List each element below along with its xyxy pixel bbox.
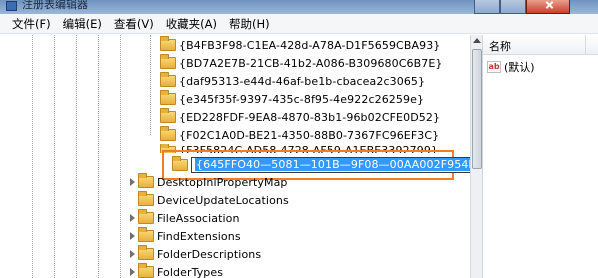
tree-guide-line (76, 35, 77, 278)
close-button[interactable] (526, 0, 570, 14)
scroll-up-arrow-icon[interactable] (473, 38, 481, 43)
value-name: (默认) (504, 61, 535, 74)
tree-item-guid-key[interactable]: {B4FB3F98-C1EA-428d-A78A-D1F5659CBA93} (160, 36, 440, 54)
menu-file[interactable]: 文件(F) (6, 14, 57, 34)
tree-item-guid-key[interactable]: {BD7A2E7B-21CB-41b2-A086-B309680C6B7E} (160, 54, 443, 72)
menu-favorites[interactable]: 收藏夹(A) (160, 14, 223, 34)
expand-arrow-icon[interactable] (130, 178, 135, 186)
tree-item-label: {daf95313-e44d-46af-be1b-cbacea2c3065} (179, 74, 426, 88)
folder-icon (160, 126, 176, 141)
tree-item-key[interactable]: DeviceUpdateLocations (138, 191, 289, 209)
scrollbar-thumb[interactable] (472, 49, 482, 169)
maximize-button[interactable] (500, 0, 526, 14)
expand-arrow-icon[interactable] (130, 232, 135, 240)
tree-item-guid-key[interactable]: {e345f35f-9397-435c-8f95-4e922c26259e} (160, 90, 424, 108)
tree-item-label: FolderDescriptions (157, 247, 262, 261)
folder-icon (138, 191, 154, 206)
tree-item-label: DeviceUpdateLocations (157, 193, 289, 207)
value-row[interactable]: ab (默认) (487, 59, 535, 75)
folder-icon (160, 54, 176, 69)
tree-item-label: FolderTypes (157, 265, 224, 278)
regedit-app-icon (6, 1, 17, 11)
tree-item-key[interactable]: FindExtensions (130, 227, 241, 245)
expand-arrow-icon[interactable] (130, 268, 135, 276)
folder-icon (138, 173, 154, 188)
rename-input-selected-text: {645FFO40—5081—101B—9F08—00AA002F954E} (195, 158, 470, 171)
tree-item-key[interactable]: FileAssociation (130, 209, 240, 227)
ab-string-icon: ab (487, 61, 501, 73)
tree-item-label: {e345f35f-9397-435c-8f95-4e922c26259e} (179, 92, 425, 106)
rename-input[interactable]: {645FFO40—5081—101B—9F08—00AA002F954E} (191, 157, 470, 173)
folder-icon (138, 245, 154, 260)
menu-view[interactable]: 查看(V) (108, 14, 160, 34)
expand-arrow-icon[interactable] (130, 214, 135, 222)
column-header-name[interactable]: 名称 (489, 38, 511, 54)
tree-item-label: {F02C1A0D-BE21-4350-88B0-7367FC96EF3C} (179, 128, 440, 142)
folder-icon (160, 90, 176, 105)
tree-guide-line (150, 35, 151, 135)
folder-icon (160, 36, 176, 51)
tree-guide-line (54, 35, 55, 278)
column-divider[interactable] (585, 35, 586, 55)
tree-item-label: DesktopIniPropertyMap (157, 175, 288, 189)
folder-icon (138, 263, 154, 278)
title-bar: 注册表编辑器 (0, 0, 598, 14)
menu-edit[interactable]: 编辑(E) (57, 14, 108, 34)
tree-guide-line (98, 35, 99, 278)
folder-icon (160, 72, 176, 87)
tree-item-label: {ED228FDF-9EA8-4870-83b1-96b02CFE0D52} (179, 110, 441, 124)
tree-item-label: {BD7A2E7B-21CB-41b2-A086-B309680C6B7E} (179, 56, 443, 70)
registry-tree-pane[interactable]: {B4FB3F98-C1EA-428d-A78A-D1F5659CBA93} {… (0, 35, 470, 278)
values-pane[interactable]: 名称 ab (默认) (482, 35, 598, 278)
window-title: 注册表编辑器 (22, 0, 88, 11)
folder-icon (160, 108, 176, 123)
tree-item-editing[interactable]: {645FFO40—5081—101B—9F08—00AA002F954E} (172, 156, 470, 174)
tree-item-key[interactable]: FolderTypes (130, 263, 224, 278)
tree-item-key[interactable]: FolderDescriptions (130, 245, 262, 263)
tree-item-label: FindExtensions (157, 229, 241, 243)
values-column-header[interactable]: 名称 (483, 35, 598, 55)
tree-item-guid-key[interactable]: {F02C1A0D-BE21-4350-88B0-7367FC96EF3C} (160, 126, 439, 144)
folder-icon (138, 209, 154, 224)
tree-guide-line (120, 35, 121, 278)
menu-help[interactable]: 帮助(H) (223, 14, 276, 34)
minimize-button[interactable] (474, 0, 500, 14)
tree-item-guid-key[interactable]: {daf95313-e44d-46af-be1b-cbacea2c3065} (160, 72, 425, 90)
menu-bar: 文件(F) 编辑(E) 查看(V) 收藏夹(A) 帮助(H) (0, 14, 598, 34)
expand-arrow-icon[interactable] (130, 250, 135, 258)
tree-item-guid-key[interactable]: {ED228FDF-9EA8-4870-83b1-96b02CFE0D52} (160, 108, 440, 126)
tree-vertical-scrollbar[interactable] (470, 35, 482, 278)
tree-item-label: FileAssociation (157, 211, 240, 225)
tree-item-key[interactable]: DesktopIniPropertyMap (130, 173, 288, 191)
tree-item-label: {B4FB3F98-C1EA-428d-A78A-D1F5659CBA93} (179, 38, 441, 52)
tree-guide-line (32, 35, 33, 278)
folder-icon (172, 156, 188, 171)
folder-icon (138, 227, 154, 242)
